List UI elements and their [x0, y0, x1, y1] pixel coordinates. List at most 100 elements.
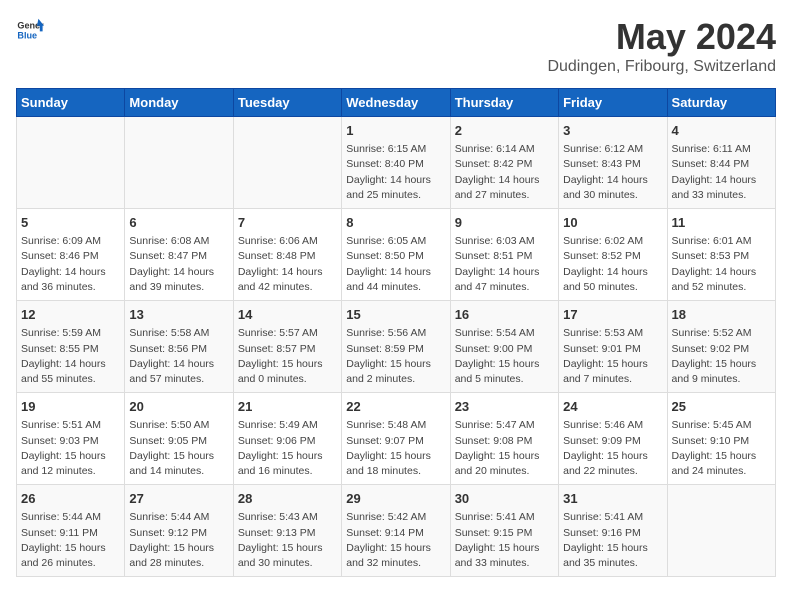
day-number: 27 [129, 490, 228, 508]
day-number: 11 [672, 214, 771, 232]
day-info: Sunrise: 5:41 AM Sunset: 9:15 PM Dayligh… [455, 510, 554, 571]
day-info: Sunrise: 5:43 AM Sunset: 9:13 PM Dayligh… [238, 510, 337, 571]
calendar-cell [233, 117, 341, 209]
day-info: Sunrise: 6:11 AM Sunset: 8:44 PM Dayligh… [672, 142, 771, 203]
day-number: 12 [21, 306, 120, 324]
day-number: 26 [21, 490, 120, 508]
calendar-header: Sunday Monday Tuesday Wednesday Thursday… [17, 89, 776, 117]
day-info: Sunrise: 6:02 AM Sunset: 8:52 PM Dayligh… [563, 234, 662, 295]
calendar-cell: 9 Sunrise: 6:03 AM Sunset: 8:51 PM Daylig… [450, 209, 558, 301]
day-number: 20 [129, 398, 228, 416]
calendar-cell: 26Sunrise: 5:44 AM Sunset: 9:11 PM Dayli… [17, 485, 125, 577]
day-info: Sunrise: 5:41 AM Sunset: 9:16 PM Dayligh… [563, 510, 662, 571]
calendar-cell: 7Sunrise: 6:06 AM Sunset: 8:48 PM Daylig… [233, 209, 341, 301]
week-row-3: 12 Sunrise: 5:59 AM Sunset: 8:55 PM Dayli… [17, 301, 776, 393]
day-number: 16 [455, 306, 554, 324]
col-friday: Friday [559, 89, 667, 117]
calendar-cell: 2Sunrise: 6:14 AM Sunset: 8:42 PM Daylig… [450, 117, 558, 209]
week-row-4: 19 Sunrise: 5:51 AM Sunset: 9:03 PM Dayli… [17, 393, 776, 485]
day-info: Sunrise: 5:59 AM Sunset: 8:55 PM Dayligh… [21, 326, 120, 387]
day-number: 8 [346, 214, 445, 232]
calendar-cell: 14 Sunrise: 5:57 AM Sunset: 8:57 PM Dayli… [233, 301, 341, 393]
day-number: 24 [563, 398, 662, 416]
day-info: Sunrise: 5:51 AM Sunset: 9:03 PM Dayligh… [21, 418, 120, 479]
day-info: Sunrise: 5:49 AM Sunset: 9:06 PM Dayligh… [238, 418, 337, 479]
calendar-cell: 23 Sunrise: 5:47 AM Sunset: 9:08 PM Dayli… [450, 393, 558, 485]
day-info: Sunrise: 5:50 AM Sunset: 9:05 PM Dayligh… [129, 418, 228, 479]
calendar-cell: 6 Sunrise: 6:08 AM Sunset: 8:47 PM Daylig… [125, 209, 233, 301]
svg-text:Blue: Blue [17, 30, 37, 40]
subtitle: Dudingen, Fribourg, Switzerland [547, 58, 776, 76]
calendar-cell: 15Sunrise: 5:56 AM Sunset: 8:59 PM Dayli… [342, 301, 450, 393]
week-row-5: 26Sunrise: 5:44 AM Sunset: 9:11 PM Dayli… [17, 485, 776, 577]
day-number: 9 [455, 214, 554, 232]
calendar-cell [125, 117, 233, 209]
calendar-cell: 19 Sunrise: 5:51 AM Sunset: 9:03 PM Dayli… [17, 393, 125, 485]
day-number: 10 [563, 214, 662, 232]
day-number: 13 [129, 306, 228, 324]
calendar-table: Sunday Monday Tuesday Wednesday Thursday… [16, 88, 776, 577]
day-info: Sunrise: 6:05 AM Sunset: 8:50 PM Dayligh… [346, 234, 445, 295]
calendar-cell: 17 Sunrise: 5:53 AM Sunset: 9:01 PM Dayli… [559, 301, 667, 393]
day-number: 17 [563, 306, 662, 324]
calendar-cell: 12 Sunrise: 5:59 AM Sunset: 8:55 PM Dayli… [17, 301, 125, 393]
logo: General Blue [16, 16, 44, 44]
day-number: 15 [346, 306, 445, 324]
col-thursday: Thursday [450, 89, 558, 117]
day-number: 6 [129, 214, 228, 232]
calendar-cell: 21 Sunrise: 5:49 AM Sunset: 9:06 PM Dayli… [233, 393, 341, 485]
day-info: Sunrise: 6:01 AM Sunset: 8:53 PM Dayligh… [672, 234, 771, 295]
day-number: 5 [21, 214, 120, 232]
day-number: 19 [21, 398, 120, 416]
calendar-cell: 20 Sunrise: 5:50 AM Sunset: 9:05 PM Dayli… [125, 393, 233, 485]
day-number: 18 [672, 306, 771, 324]
day-info: Sunrise: 6:08 AM Sunset: 8:47 PM Dayligh… [129, 234, 228, 295]
col-monday: Monday [125, 89, 233, 117]
day-info: Sunrise: 5:46 AM Sunset: 9:09 PM Dayligh… [563, 418, 662, 479]
day-info: Sunrise: 5:52 AM Sunset: 9:02 PM Dayligh… [672, 326, 771, 387]
title-area: May 2024 Dudingen, Fribourg, Switzerland [547, 16, 776, 76]
day-info: Sunrise: 5:42 AM Sunset: 9:14 PM Dayligh… [346, 510, 445, 571]
day-info: Sunrise: 5:45 AM Sunset: 9:10 PM Dayligh… [672, 418, 771, 479]
calendar-cell: 18 Sunrise: 5:52 AM Sunset: 9:02 PM Dayli… [667, 301, 775, 393]
day-number: 4 [672, 122, 771, 140]
calendar-cell: 25 Sunrise: 5:45 AM Sunset: 9:10 PM Dayli… [667, 393, 775, 485]
day-number: 29 [346, 490, 445, 508]
calendar-cell: 3Sunrise: 6:12 AM Sunset: 8:43 PM Daylig… [559, 117, 667, 209]
day-info: Sunrise: 6:15 AM Sunset: 8:40 PM Dayligh… [346, 142, 445, 203]
day-info: Sunrise: 6:14 AM Sunset: 8:42 PM Dayligh… [455, 142, 554, 203]
day-number: 31 [563, 490, 662, 508]
day-info: Sunrise: 5:53 AM Sunset: 9:01 PM Dayligh… [563, 326, 662, 387]
calendar-cell [17, 117, 125, 209]
day-info: Sunrise: 5:58 AM Sunset: 8:56 PM Dayligh… [129, 326, 228, 387]
day-number: 1 [346, 122, 445, 140]
calendar-cell: 27 Sunrise: 5:44 AM Sunset: 9:12 PM Dayli… [125, 485, 233, 577]
day-number: 22 [346, 398, 445, 416]
day-info: Sunrise: 6:09 AM Sunset: 8:46 PM Dayligh… [21, 234, 120, 295]
day-number: 21 [238, 398, 337, 416]
day-number: 23 [455, 398, 554, 416]
day-number: 25 [672, 398, 771, 416]
day-info: Sunrise: 6:06 AM Sunset: 8:48 PM Dayligh… [238, 234, 337, 295]
calendar-cell: 28Sunrise: 5:43 AM Sunset: 9:13 PM Dayli… [233, 485, 341, 577]
day-info: Sunrise: 6:03 AM Sunset: 8:51 PM Dayligh… [455, 234, 554, 295]
calendar-cell: 4 Sunrise: 6:11 AM Sunset: 8:44 PM Daylig… [667, 117, 775, 209]
week-row-1: 1 Sunrise: 6:15 AM Sunset: 8:40 PM Daylig… [17, 117, 776, 209]
calendar-cell: 13 Sunrise: 5:58 AM Sunset: 8:56 PM Dayli… [125, 301, 233, 393]
day-info: Sunrise: 5:47 AM Sunset: 9:08 PM Dayligh… [455, 418, 554, 479]
header-row: Sunday Monday Tuesday Wednesday Thursday… [17, 89, 776, 117]
day-number: 14 [238, 306, 337, 324]
col-wednesday: Wednesday [342, 89, 450, 117]
day-info: Sunrise: 5:44 AM Sunset: 9:12 PM Dayligh… [129, 510, 228, 571]
calendar-cell [667, 485, 775, 577]
col-sunday: Sunday [17, 89, 125, 117]
day-info: Sunrise: 5:57 AM Sunset: 8:57 PM Dayligh… [238, 326, 337, 387]
calendar-cell: 5 Sunrise: 6:09 AM Sunset: 8:46 PM Daylig… [17, 209, 125, 301]
calendar-body: 1 Sunrise: 6:15 AM Sunset: 8:40 PM Daylig… [17, 117, 776, 577]
logo-icon: General Blue [16, 16, 44, 44]
header: General Blue May 2024 Dudingen, Fribourg… [16, 16, 776, 76]
day-info: Sunrise: 5:48 AM Sunset: 9:07 PM Dayligh… [346, 418, 445, 479]
calendar-cell: 31 Sunrise: 5:41 AM Sunset: 9:16 PM Dayli… [559, 485, 667, 577]
calendar-cell: 30Sunrise: 5:41 AM Sunset: 9:15 PM Dayli… [450, 485, 558, 577]
day-number: 3 [563, 122, 662, 140]
